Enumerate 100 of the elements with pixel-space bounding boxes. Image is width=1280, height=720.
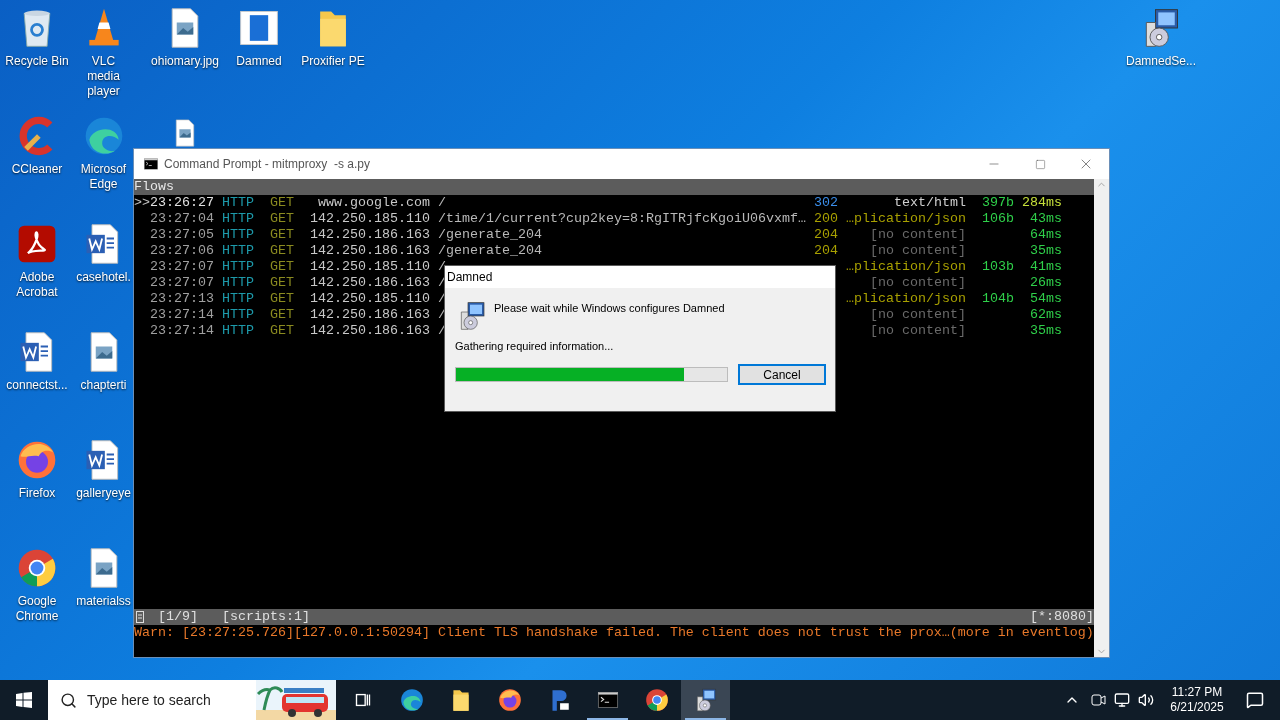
method-cell: GET	[270, 211, 294, 227]
size-cell: 397b	[982, 195, 1014, 210]
status-code: 200	[814, 211, 838, 226]
desktop-shortcut[interactable]: galleryeye	[76, 432, 131, 501]
host-cell: 142.250.186.163	[310, 323, 430, 339]
time-cell[interactable]: 23:27:07	[150, 259, 214, 275]
scheme-cell: HTTP	[222, 259, 254, 275]
path-cell: /	[438, 259, 446, 274]
listen-address: [*:8080]	[1030, 609, 1094, 625]
host-cell: 142.250.185.110	[310, 259, 430, 275]
method-cell: GET	[270, 323, 294, 339]
time-cell[interactable]: 23:27:07	[150, 275, 214, 291]
host-cell: 142.250.185.110	[310, 291, 430, 307]
running-indicator	[587, 718, 628, 720]
method-cell: GET	[270, 259, 294, 275]
fox-globe-icon	[496, 687, 523, 713]
duration-cell: 35ms	[1030, 323, 1062, 339]
time-cell[interactable]: 23:27:13	[150, 291, 214, 307]
duration-cell: 26ms	[1030, 275, 1062, 291]
status-code: 204	[814, 243, 838, 258]
time-cell[interactable]: 23:27:06	[150, 243, 214, 259]
status-code: 302	[814, 195, 838, 210]
path-cell: /time/1/current?cup2key=8:RgITRjfcKgoiU06vxmf…	[438, 211, 806, 226]
document-icon	[136, 611, 144, 623]
desktop-shortcut[interactable]: Google Chrome	[0, 540, 74, 624]
time-cell[interactable]: 23:26:27	[150, 195, 214, 211]
method-cell: GET	[270, 291, 294, 307]
method-cell: GET	[270, 307, 294, 323]
time-cell[interactable]: 23:27:14	[150, 307, 214, 323]
content-type-cell: [no content]	[870, 307, 966, 323]
terminal-icon	[142, 155, 160, 173]
clock-date: 6/21/2025	[1170, 700, 1224, 715]
search-field[interactable]: Type here to search	[48, 680, 336, 720]
method-cell: GET	[270, 275, 294, 291]
method-cell: GET	[270, 227, 294, 243]
desktop-shortcut[interactable]: Microsof Edge	[74, 108, 133, 192]
host-cell: 142.250.186.163	[310, 243, 430, 259]
content-type-cell: [no content]	[870, 243, 966, 259]
content-type-cell: …plication/json	[846, 211, 966, 227]
duration-cell: 41ms	[1030, 259, 1062, 275]
desktop-shortcut[interactable]: ohiomary.jpg	[151, 0, 219, 69]
scheme-cell: HTTP	[222, 323, 254, 339]
desktop-shortcut[interactable]: Proxifier PE	[301, 0, 365, 69]
wave-circle-icon	[398, 687, 425, 713]
desktop-shortcut[interactable]: DamnedSe...	[1125, 0, 1196, 69]
content-type-cell: text/html	[894, 195, 966, 211]
duration-cell: 284ms	[1022, 195, 1062, 211]
network-icon	[1114, 692, 1130, 708]
progress-status: Gathering required information...	[455, 339, 615, 354]
scheme-cell: HTTP	[222, 227, 254, 243]
desktop-shortcut[interactable]: VLC media player	[74, 0, 133, 99]
maximize-icon	[1034, 158, 1046, 170]
content-type-cell: …plication/json	[846, 259, 966, 275]
desktop-shortcut[interactable]: CCleaner	[11, 108, 63, 177]
duration-cell: 62ms	[1030, 307, 1062, 323]
host-cell: 142.250.185.110	[310, 211, 430, 227]
desktop-shortcut[interactable]: chapterti	[80, 324, 127, 393]
cancel-button[interactable]: Cancel	[738, 363, 826, 385]
desktop-shortcut[interactable]: Adobe Acrobat	[0, 216, 74, 300]
duration-cell: 43ms	[1030, 211, 1062, 227]
scheme-cell: HTTP	[222, 211, 254, 227]
scripts-count: [scripts:1]	[222, 609, 310, 625]
notifications-icon	[1246, 691, 1264, 709]
method-cell: GET	[270, 243, 294, 259]
desktop-shortcut[interactable]: Firefox	[15, 432, 59, 501]
time-cell[interactable]: 23:27:05	[150, 227, 214, 243]
time-cell[interactable]: 23:27:04	[150, 211, 214, 227]
content-type-cell: [no content]	[870, 275, 966, 291]
desktop-shortcut[interactable]: Recycle Bin	[5, 0, 69, 69]
meet-icon	[1090, 692, 1106, 708]
duration-cell: 64ms	[1030, 227, 1062, 243]
window-title: Command Prompt - mitmproxy -s a.py	[164, 156, 371, 173]
duration-cell: 54ms	[1030, 291, 1062, 307]
chrome-circle-icon	[643, 687, 670, 713]
path-cell: /	[438, 195, 446, 210]
flow-position: [1/9]	[158, 609, 198, 625]
size-cell: 104b	[982, 291, 1014, 306]
scheme-cell: HTTP	[222, 243, 254, 259]
content-type-cell: [no content]	[870, 323, 966, 339]
desktop-shortcut[interactable]: connectst...	[6, 324, 68, 393]
host-cell: 142.250.186.163	[310, 275, 430, 291]
duration-cell: 35ms	[1030, 243, 1062, 259]
scheme-cell: HTTP	[222, 195, 254, 211]
time-cell[interactable]: 23:27:14	[150, 323, 214, 339]
status-code: 204	[814, 227, 838, 242]
windows-logo-icon	[16, 692, 32, 708]
desktop-shortcut[interactable]: Damned	[236, 0, 282, 69]
size-cell: 103b	[982, 259, 1014, 274]
desktop-shortcut[interactable]: materialss	[76, 540, 131, 609]
path-cell: /generate_204	[438, 227, 542, 242]
flows-header: Flows	[134, 179, 1094, 195]
running-indicator	[685, 718, 726, 720]
cursor-marker: >>	[134, 195, 150, 210]
host-cell: www.google.com	[318, 195, 430, 211]
desktop-shortcut[interactable]: casehotel.	[76, 216, 131, 285]
dialog-message: Please wait while Windows configures Damned	[494, 301, 725, 316]
warning-message: Warn: [23:27:25.726][127.0.0.1:50294] Client TLS handshake failed. The client does not trust the prox…(more in eventlog)	[134, 625, 1094, 641]
scheme-cell: HTTP	[222, 307, 254, 323]
scheme-cell: HTTP	[222, 275, 254, 291]
taskbar-app[interactable]	[681, 680, 730, 720]
